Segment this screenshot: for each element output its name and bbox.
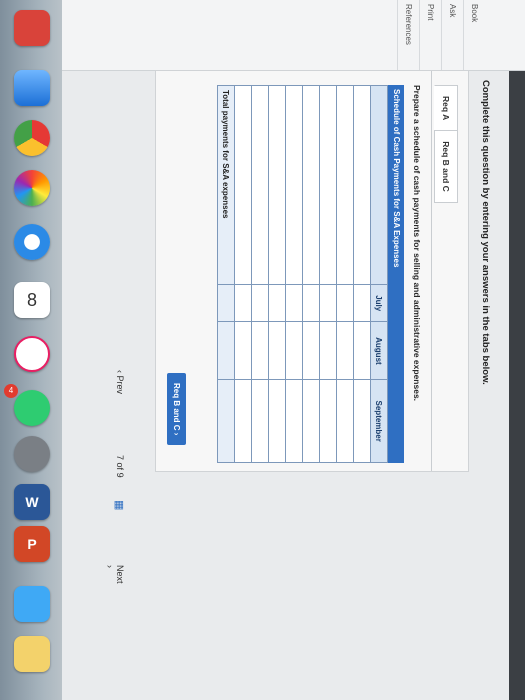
september-input[interactable] xyxy=(234,379,252,463)
prev-button[interactable]: ‹ Prev xyxy=(115,370,125,394)
column-header-label xyxy=(370,85,388,285)
table-header-row: July August September xyxy=(370,85,388,463)
prompt-text: Prepare a schedule of cash payments for … xyxy=(412,85,422,402)
current-page: 7 xyxy=(115,455,125,461)
tab-req-b-and-c[interactable]: Req B and C xyxy=(434,130,458,203)
row-label-input[interactable] xyxy=(353,85,371,285)
august-input[interactable] xyxy=(336,321,354,380)
app-store-icon[interactable] xyxy=(14,586,50,622)
row-label-input[interactable] xyxy=(268,85,286,285)
grid-icon[interactable]: ▦ xyxy=(113,500,126,510)
row-label-input[interactable] xyxy=(251,85,269,285)
messages-icon[interactable] xyxy=(14,390,50,426)
word-icon[interactable]: W xyxy=(14,484,50,520)
notification-badge: 4 xyxy=(4,384,18,398)
tab-divider xyxy=(431,71,432,471)
question-box: Req A Req B and C Prepare a schedule of … xyxy=(155,70,469,472)
august-input[interactable] xyxy=(268,321,286,380)
req-b-and-c-button[interactable]: Req B and C › xyxy=(167,373,186,446)
chrome-icon[interactable] xyxy=(14,120,50,156)
tab-req-a[interactable]: Req A xyxy=(434,85,458,132)
calendar-icon[interactable]: 8 xyxy=(14,282,50,318)
table-row xyxy=(353,85,371,463)
page-indicator: 7 of 9 xyxy=(115,455,125,478)
september-input[interactable] xyxy=(251,379,269,463)
row-label-input[interactable] xyxy=(285,85,303,285)
column-header-september: September xyxy=(370,379,388,463)
september-input[interactable] xyxy=(302,379,320,463)
total-pages: 9 xyxy=(115,472,125,478)
rail-print[interactable]: Print xyxy=(419,0,441,70)
table-row xyxy=(268,85,286,463)
column-header-july: July xyxy=(370,284,388,322)
august-input[interactable] xyxy=(251,321,269,380)
august-input[interactable] xyxy=(319,321,337,380)
september-input[interactable] xyxy=(319,379,337,463)
system-preferences-icon[interactable] xyxy=(14,436,50,472)
table-row xyxy=(285,85,303,463)
table-row xyxy=(234,85,252,463)
powerpoint-icon[interactable]: P xyxy=(14,526,50,562)
july-total-input[interactable] xyxy=(217,284,235,322)
itunes-icon[interactable] xyxy=(14,336,50,372)
row-label-input[interactable] xyxy=(336,85,354,285)
row-label-input[interactable] xyxy=(319,85,337,285)
august-input[interactable] xyxy=(234,321,252,380)
macos-dock: 8 4 W P xyxy=(0,0,62,700)
browser-viewport: Book Ask Print References Complete this … xyxy=(62,0,525,700)
rail-references[interactable]: References xyxy=(397,0,419,70)
finder-icon[interactable] xyxy=(14,70,50,106)
july-input[interactable] xyxy=(319,284,337,322)
left-rail: Book Ask Print References xyxy=(62,0,525,71)
september-total-input[interactable] xyxy=(217,379,235,463)
top-bar xyxy=(509,0,525,700)
september-input[interactable] xyxy=(285,379,303,463)
july-input[interactable] xyxy=(234,284,252,322)
tab-bar: Req A Req B and C xyxy=(434,85,458,203)
september-input[interactable] xyxy=(336,379,354,463)
july-input[interactable] xyxy=(353,284,371,322)
total-label: Total payments for S&A expenses xyxy=(217,85,235,285)
pager-of: of xyxy=(115,462,125,471)
rail-book[interactable]: Book xyxy=(463,0,485,70)
august-input[interactable] xyxy=(302,321,320,380)
rail-ask[interactable]: Ask xyxy=(441,0,463,70)
august-total-input[interactable] xyxy=(217,321,235,380)
notes-icon[interactable] xyxy=(14,636,50,672)
row-label-input[interactable] xyxy=(234,85,252,285)
august-input[interactable] xyxy=(353,321,371,380)
question-page: Book Ask Print References Complete this … xyxy=(62,0,525,700)
question-navigation: ‹ Prev 7 of 9 ▦ Next › xyxy=(103,70,133,584)
july-input[interactable] xyxy=(302,284,320,322)
july-input[interactable] xyxy=(251,284,269,322)
total-row: Total payments for S&A expenses xyxy=(217,85,235,463)
july-input[interactable] xyxy=(268,284,286,322)
august-input[interactable] xyxy=(285,321,303,380)
july-input[interactable] xyxy=(285,284,303,322)
schedule-table: July August September Total payments for… xyxy=(217,85,388,463)
next-button[interactable]: Next › xyxy=(105,565,125,584)
september-input[interactable] xyxy=(353,379,371,463)
schedule-title: Schedule of Cash Payments for S&A Expens… xyxy=(388,85,404,463)
table-row xyxy=(336,85,354,463)
column-header-august: August xyxy=(370,321,388,380)
table-row xyxy=(251,85,269,463)
september-input[interactable] xyxy=(268,379,286,463)
safari-icon[interactable] xyxy=(14,224,50,260)
table-row xyxy=(319,85,337,463)
july-input[interactable] xyxy=(336,284,354,322)
table-row xyxy=(302,85,320,463)
row-label-input[interactable] xyxy=(302,85,320,285)
app-icon[interactable] xyxy=(14,10,50,46)
instruction-text: Complete this question by entering your … xyxy=(480,80,491,385)
photos-icon[interactable] xyxy=(14,170,50,206)
